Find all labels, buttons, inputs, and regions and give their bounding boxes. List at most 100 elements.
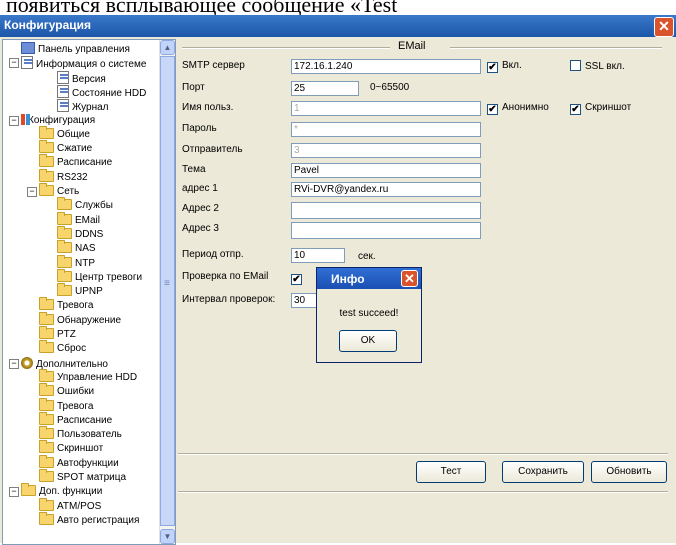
password-input[interactable]: *: [291, 122, 481, 137]
tree-item-label: Расписание: [57, 414, 113, 426]
ssl-checkbox-label: SSL вкл.: [585, 61, 625, 72]
tree-item-label: NAS: [75, 243, 96, 255]
tree-item[interactable]: − Информация о системе: [9, 56, 147, 71]
tree-item[interactable]: Авто регистрация: [39, 511, 139, 528]
anonymous-checkbox[interactable]: ✔ Анонимно: [487, 102, 549, 115]
screenshot-checkbox-box[interactable]: ✔: [570, 104, 581, 115]
tree-item[interactable]: ATM/POS: [39, 497, 102, 514]
subject-input[interactable]: Pavel: [291, 163, 481, 178]
smtp-server-input[interactable]: 172.16.1.240: [291, 59, 481, 74]
tree-item[interactable]: Центр тревоги: [57, 268, 142, 285]
screenshot-checkbox[interactable]: ✔ Скриншот: [570, 102, 631, 115]
tree-item[interactable]: Управление HDD: [39, 368, 137, 385]
tree-item[interactable]: Обнаружение: [39, 311, 122, 328]
folder-icon: [39, 340, 54, 354]
close-icon[interactable]: ✕: [654, 17, 674, 37]
scroll-up-icon[interactable]: ▲: [160, 40, 175, 55]
address2-input[interactable]: [291, 202, 481, 219]
tree-item-label: Сжатие: [57, 143, 93, 155]
tree-item[interactable]: Панель управления: [21, 42, 130, 56]
ok-button[interactable]: OK: [339, 330, 397, 352]
tree-item-label: ATM/POS: [57, 500, 102, 512]
tree-item[interactable]: Версия: [57, 70, 106, 85]
folder-icon: [39, 140, 54, 154]
tree-item[interactable]: Тревога: [39, 297, 93, 313]
smtp-label: SMTP сервер: [182, 60, 245, 71]
folder-icon: [39, 125, 54, 139]
doc-icon: [57, 70, 69, 84]
address3-input[interactable]: [291, 222, 481, 239]
tree-item-label: Тревога: [57, 400, 94, 412]
ssl-checkbox-box[interactable]: [570, 60, 581, 71]
tree-item[interactable]: Сброс: [39, 340, 86, 356]
tree-scrollbar[interactable]: ▲ ▼: [159, 40, 175, 544]
tree-item[interactable]: − Конфигурация: [9, 113, 95, 128]
tree-item[interactable]: Расписание: [39, 411, 113, 428]
save-button[interactable]: Сохранить: [502, 461, 584, 483]
address1-input[interactable]: RVi-DVR@yandex.ru: [291, 182, 481, 197]
enable-checkbox-box[interactable]: ✔: [487, 62, 498, 73]
gear-icon: [21, 356, 33, 369]
folder-icon: [39, 383, 54, 397]
sender-label: Отправитель: [182, 144, 243, 155]
tree-item-label: Пользователь: [57, 429, 122, 441]
enable-checkbox[interactable]: ✔ Вкл.: [487, 60, 522, 73]
tree-item[interactable]: Состояние HDD: [57, 84, 146, 99]
tree-item[interactable]: Расписание: [39, 154, 112, 170]
tree-item[interactable]: Ошибки: [39, 383, 95, 399]
tree-item-label: Панель управления: [38, 44, 130, 55]
tree-item[interactable]: Журнал: [57, 99, 109, 113]
expander-icon[interactable]: −: [9, 115, 19, 126]
check-label: Проверка по EMail: [182, 271, 269, 282]
expander-icon[interactable]: −: [27, 187, 37, 197]
tree-item[interactable]: Пользователь: [39, 426, 122, 442]
subject-label: Тема: [182, 164, 206, 175]
period-input[interactable]: 10: [291, 248, 345, 263]
scroll-thumb[interactable]: [160, 56, 175, 526]
tree-item[interactable]: SPOT матрица: [39, 469, 126, 485]
tree-item[interactable]: Службы: [57, 197, 113, 213]
window-title: Конфигурация: [4, 18, 92, 32]
folder-icon: [39, 440, 54, 454]
ssl-checkbox[interactable]: SSL вкл.: [570, 60, 625, 72]
anonymous-checkbox-label: Анонимно: [502, 102, 549, 113]
scroll-down-icon[interactable]: ▼: [160, 529, 175, 544]
folder-icon: [39, 311, 54, 325]
user-input[interactable]: 1: [291, 101, 481, 116]
tree-item[interactable]: − Дополнительно: [9, 356, 108, 371]
tree-item[interactable]: Автофункции: [39, 454, 119, 471]
tree-item[interactable]: − Доп. функции: [9, 483, 103, 499]
group-divider: [182, 47, 390, 48]
port-input[interactable]: 25: [291, 81, 359, 96]
tree-item-label: Информация о системе: [36, 59, 147, 71]
expander-icon[interactable]: −: [9, 58, 19, 69]
dialog-title: Инфо: [331, 272, 365, 286]
folder-icon: [39, 154, 54, 168]
info-dialog: Инфо ✕ test succeed! OK: [316, 267, 422, 363]
anonymous-checkbox-box[interactable]: ✔: [487, 104, 498, 115]
expander-icon[interactable]: −: [9, 358, 19, 369]
folder-icon: [39, 297, 54, 311]
panel-icon: [21, 42, 35, 54]
folder-icon: [39, 511, 54, 525]
tree-item[interactable]: UPNP: [57, 283, 103, 299]
refresh-button[interactable]: Обновить: [591, 461, 667, 483]
tree-item-label: Обнаружение: [57, 314, 122, 326]
tree-item-label: EMail: [75, 214, 101, 226]
tree-item[interactable]: Тревога: [39, 397, 94, 414]
check-email-checkbox[interactable]: ✔: [291, 272, 306, 285]
expander-icon[interactable]: −: [9, 487, 19, 498]
tree-item-label: Службы: [75, 200, 113, 212]
test-button[interactable]: Тест: [416, 461, 486, 483]
sender-input[interactable]: 3: [291, 143, 481, 158]
period-label: Период отпр.: [182, 249, 244, 260]
tree-item-label: Дополнительно: [36, 358, 108, 370]
folder-icon: [57, 240, 72, 254]
separator: [178, 453, 668, 454]
dialog-close-icon[interactable]: ✕: [401, 270, 418, 287]
tree-item[interactable]: Скриншот: [39, 440, 103, 456]
tree-item-label: PTZ: [57, 329, 76, 340]
tree-item-label: Ошибки: [57, 386, 95, 398]
tree-item-label: Доп. функции: [39, 486, 103, 498]
check-email-checkbox-box[interactable]: ✔: [291, 274, 302, 285]
